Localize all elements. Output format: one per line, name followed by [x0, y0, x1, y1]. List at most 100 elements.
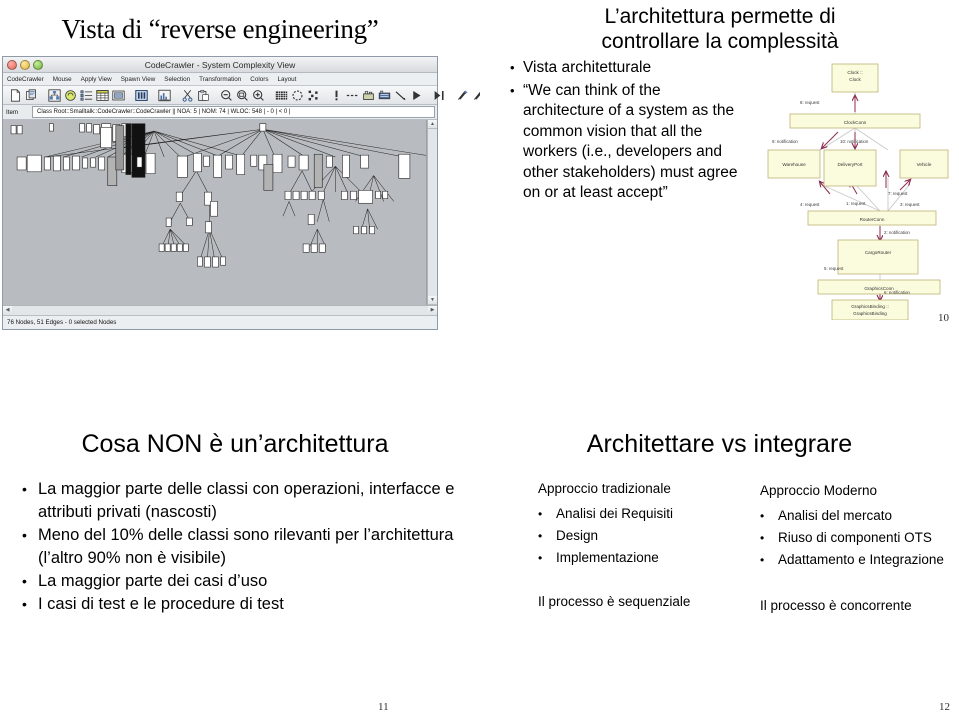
bullet-icon: • — [760, 553, 765, 567]
page-title: Vista di “reverse engineering” — [61, 14, 379, 44]
bullet-icon: • — [760, 531, 765, 545]
maximize-icon[interactable] — [33, 59, 43, 70]
edge-style-icon[interactable] — [346, 89, 359, 102]
scroll-left-button[interactable]: ◀ — [3, 306, 12, 315]
uml-diagram-svg: Clock :: Clock ClockConn Warehouse Deliv… — [767, 63, 949, 321]
edge-label-1: 1: request — [846, 201, 866, 206]
wand-right-icon[interactable] — [472, 89, 480, 102]
edge-label-4: 4: request — [800, 202, 820, 207]
zoom-in-icon[interactable] — [252, 89, 265, 102]
edge-label-6: 6: notification — [884, 290, 910, 295]
node-label-warehouse: Warehouse — [782, 162, 806, 167]
list-view-icon[interactable] — [80, 89, 93, 102]
window-controls[interactable] — [7, 59, 43, 70]
menu-item-layout[interactable]: Layout — [277, 76, 296, 83]
uml-collaboration-diagram: Clock :: Clock ClockConn Warehouse Deliv… — [760, 58, 950, 321]
item-bar-label: Item — [6, 108, 19, 116]
menu-item-transformation[interactable]: Transformation — [199, 76, 241, 83]
layout-tree-icon[interactable] — [48, 88, 61, 102]
list-item: • I casi di test e le procedure di test — [22, 593, 462, 616]
paste-icon[interactable] — [197, 89, 210, 102]
toolbar-group-views — [45, 88, 128, 102]
scroll-down-button[interactable]: ▼ — [428, 296, 437, 305]
new-document-icon[interactable] — [9, 88, 22, 102]
page-title: Cosa NON è un’architettura — [81, 430, 389, 458]
node-deliveryport — [823, 149, 877, 187]
node-label-routerconn: RouterConn — [860, 217, 885, 222]
list-item: • Adattamento e Integrazione — [760, 549, 959, 571]
toolbar-group-clipboard — [178, 89, 213, 102]
image-view-icon[interactable] — [112, 89, 125, 102]
menu-item-apply-view[interactable]: Apply View — [81, 76, 112, 83]
line-tool-icon[interactable] — [394, 89, 407, 102]
info-exclamation-icon[interactable] — [330, 89, 343, 102]
list-item-label: La maggior parte dei casi d’uso — [38, 572, 268, 590]
list-item-label: Meno del 10% delle classi sono rilevanti… — [38, 526, 454, 567]
horizontal-scrollbar[interactable]: ◀ ▶ — [3, 305, 437, 315]
wand-left-icon[interactable] — [456, 89, 469, 102]
bullet-icon: • — [22, 481, 27, 497]
color-palette-icon[interactable] — [378, 89, 391, 102]
collapse-icon[interactable] — [433, 89, 446, 102]
list-item: • Vista architetturale — [510, 58, 745, 79]
circle-layout-icon[interactable] — [291, 89, 304, 102]
list-item: • “We can think of the architecture of a… — [510, 81, 745, 204]
list-item-label: I casi di test e le procedure di test — [38, 595, 284, 613]
list-item: • Implementazione — [538, 547, 748, 569]
canvas-area: ▲ ▼ — [3, 120, 437, 305]
column-heading: Approccio Moderno — [760, 483, 878, 498]
scroll-up-button[interactable]: ▲ — [428, 120, 437, 129]
window-title: CodeCrawler - System Complexity View — [144, 59, 296, 70]
copy-document-icon[interactable] — [25, 88, 38, 102]
node-label-clock-2: Clock — [849, 77, 861, 82]
toolbar — [3, 86, 480, 105]
edge-label-3: 3: request — [900, 202, 920, 207]
scatter-layout-icon[interactable] — [307, 89, 320, 102]
menu-item-codecrawler[interactable]: CodeCrawler — [7, 76, 44, 83]
node-cargorouter — [837, 239, 919, 275]
column-heading: Approccio tradizionale — [538, 481, 671, 496]
node-label-graphicsbinding: GraphicsBinding :: — [851, 304, 889, 309]
zoom-fit-icon[interactable] — [236, 89, 249, 102]
list-item: • Analisi del mercato — [760, 505, 959, 527]
grid-icon[interactable] — [275, 89, 288, 102]
close-icon[interactable] — [7, 59, 17, 70]
bullet-list: • Vista architetturale • “We can think o… — [510, 58, 745, 206]
page-title: Architettare vs integrare — [586, 430, 853, 458]
edge-label-8: 8: request — [800, 100, 820, 105]
node-metric-icon[interactable] — [362, 89, 375, 102]
scroll-right-button[interactable]: ▶ — [428, 306, 437, 315]
list-item-label: Riuso di componenti OTS — [778, 530, 932, 545]
toolbar-group-layout — [272, 89, 323, 102]
list-item: • Meno del 10% delle classi sono rilevan… — [22, 524, 462, 570]
table-view-icon[interactable] — [96, 89, 109, 102]
cut-scissors-icon[interactable] — [181, 89, 194, 102]
menu-item-spawn-view[interactable]: Spawn View — [121, 76, 156, 83]
columns-view-icon[interactable] — [135, 89, 148, 102]
system-complexity-graph — [10, 123, 426, 268]
node-label-graphicsbinding-2: GraphicsBinding — [853, 311, 887, 316]
list-item-label: La maggior parte delle classi con operaz… — [38, 480, 455, 521]
menu-item-colors[interactable]: Colors — [250, 76, 268, 83]
minimize-icon[interactable] — [20, 59, 30, 70]
menu-item-selection[interactable]: Selection — [164, 76, 190, 83]
item-bar-field[interactable]: Class Root::Smalltalk::CodeCrawler::Code… — [32, 106, 435, 118]
toolbar-group-metrics — [155, 89, 174, 102]
list-item-label: Analisi del mercato — [778, 508, 893, 523]
toolbar-group-wand — [453, 89, 480, 102]
vertical-scrollbar[interactable]: ▲ ▼ — [427, 120, 437, 305]
play-icon[interactable] — [410, 89, 423, 102]
list-item-label: “We can think of the architecture of a s… — [523, 81, 738, 202]
list-item-label: Design — [556, 528, 599, 543]
list-item: • Analisi dei Requisiti — [538, 503, 748, 525]
histogram-view-icon[interactable] — [158, 89, 171, 102]
list-item: • La maggior parte delle classi con oper… — [22, 478, 462, 524]
refresh-circle-icon[interactable] — [64, 89, 77, 102]
slide-architettare-vs-integrare: Architettare vs integrare Approccio trad… — [480, 400, 959, 722]
list-item-label: Analisi dei Requisiti — [556, 506, 674, 521]
item-bar: Item Class Root::Smalltalk::CodeCrawler:… — [3, 105, 437, 120]
system-complexity-canvas[interactable] — [3, 120, 427, 305]
zoom-out-icon[interactable] — [220, 89, 233, 102]
menu-item-mouse[interactable]: Mouse — [53, 76, 72, 83]
slide-reverse-engineering: Vista di “reverse engineering” CodeCrawl… — [0, 0, 480, 340]
